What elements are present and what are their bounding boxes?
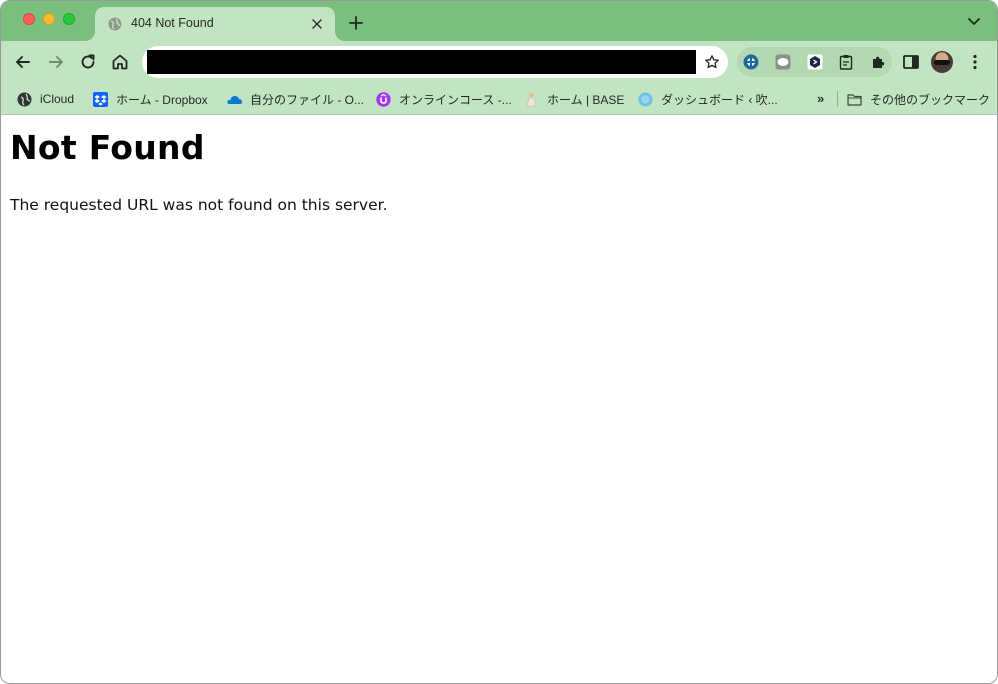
bookmark-onedrive[interactable]: 自分のファイル - O... bbox=[227, 90, 364, 108]
globe-icon bbox=[108, 17, 122, 31]
bookmark-udemy[interactable]: オンラインコース -... bbox=[376, 90, 512, 108]
profile-avatar[interactable] bbox=[931, 51, 953, 73]
bookmark-label: ホーム - Dropbox bbox=[116, 92, 208, 107]
bookmark-other-folder[interactable]: その他のブックマーク bbox=[847, 90, 990, 108]
bookmark-label: 自分のファイル - O... bbox=[250, 92, 365, 107]
maximize-window-button[interactable] bbox=[63, 13, 75, 25]
back-arrow-icon[interactable] bbox=[13, 52, 33, 72]
forward-arrow-icon[interactable] bbox=[46, 52, 66, 72]
folder-icon bbox=[847, 93, 862, 106]
page-heading: Not Found bbox=[10, 128, 205, 167]
udemy-icon bbox=[376, 91, 391, 107]
bookmark-label: ダッシュボード ‹ 吹... bbox=[661, 92, 778, 107]
extension-line-icon[interactable] bbox=[775, 54, 791, 70]
tab-404-not-found[interactable]: 404 Not Found bbox=[95, 7, 335, 41]
bookmark-label: ホーム | BASE bbox=[547, 92, 625, 107]
extension-hex-icon[interactable] bbox=[807, 54, 823, 70]
reload-icon[interactable] bbox=[78, 52, 98, 72]
bookmark-dropbox[interactable]: ホーム - Dropbox bbox=[93, 90, 208, 108]
redacted-url bbox=[147, 50, 696, 74]
onedrive-icon bbox=[227, 95, 242, 104]
icloud-icon bbox=[17, 92, 32, 106]
page-content: Not Found The requested URL was not foun… bbox=[1, 116, 997, 683]
browser-toolbar bbox=[1, 41, 997, 83]
tab-strip: 404 Not Found bbox=[1, 1, 997, 41]
bookmarks-bar: iCloud ホーム - Dropbox 自分のファイル - O... オンライ… bbox=[1, 83, 997, 115]
bookmark-base[interactable]: ホーム | BASE bbox=[524, 90, 624, 108]
extensions-puzzle-icon[interactable] bbox=[870, 54, 886, 70]
extension-compass-icon[interactable] bbox=[743, 54, 759, 70]
side-panel-icon[interactable] bbox=[902, 53, 920, 71]
address-bar[interactable] bbox=[142, 46, 728, 78]
bookmarks-separator bbox=[837, 91, 838, 107]
tab-title: 404 Not Found bbox=[131, 16, 214, 30]
wordpress-icon bbox=[638, 92, 653, 106]
base-icon bbox=[526, 92, 537, 106]
minimize-window-button[interactable] bbox=[43, 13, 55, 25]
browser-window: 404 Not Found iCloud ホーム - Dropbox 自分のファ… bbox=[0, 0, 998, 684]
error-message: The requested URL was not found on this … bbox=[10, 196, 388, 214]
extensions-group bbox=[737, 47, 892, 77]
close-tab-icon[interactable] bbox=[309, 16, 325, 32]
new-tab-icon[interactable] bbox=[347, 14, 365, 32]
bookmark-icloud[interactable]: iCloud bbox=[17, 90, 74, 108]
bookmark-label: その他のブックマーク bbox=[870, 92, 991, 107]
bookmark-dashboard[interactable]: ダッシュボード ‹ 吹... bbox=[638, 90, 778, 108]
dropbox-icon bbox=[93, 91, 108, 107]
bookmark-label: オンラインコース -... bbox=[399, 92, 512, 107]
chevron-down-icon[interactable] bbox=[967, 16, 981, 28]
bookmarks-overflow-chevron-icon[interactable]: » bbox=[817, 91, 824, 106]
more-menu-icon[interactable] bbox=[966, 53, 984, 71]
bookmark-label: iCloud bbox=[40, 92, 75, 106]
extension-clipboard-icon[interactable] bbox=[838, 54, 854, 70]
home-icon[interactable] bbox=[110, 52, 130, 72]
close-window-button[interactable] bbox=[23, 13, 35, 25]
bookmark-star-icon[interactable] bbox=[704, 54, 720, 70]
